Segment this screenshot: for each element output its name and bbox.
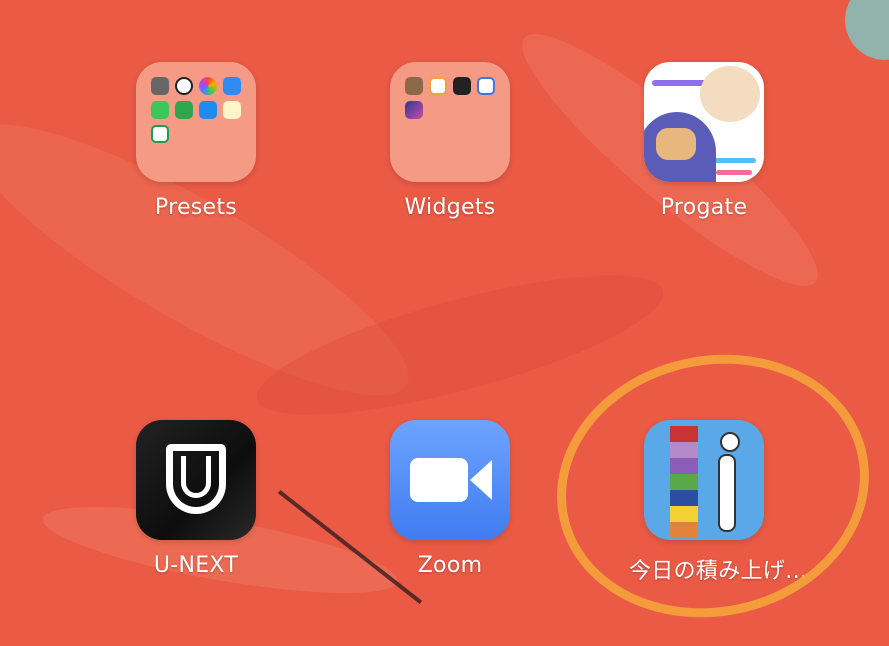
camera-icon — [151, 77, 169, 95]
progate-app[interactable]: Progate — [629, 62, 779, 220]
zoom-app[interactable]: Zoom — [375, 420, 525, 578]
widgets-folder[interactable]: Widgets — [375, 62, 525, 220]
calendar-icon — [477, 77, 495, 95]
messages-icon — [151, 101, 169, 119]
unext-label: U-NEXT — [153, 553, 239, 578]
progate-label: Progate — [660, 195, 748, 220]
calculator-icon — [453, 77, 471, 95]
unext-app[interactable]: U-NEXT — [121, 420, 271, 578]
safari-icon — [223, 77, 241, 95]
find-my-icon — [175, 101, 193, 119]
photos-icon — [199, 77, 217, 95]
widget-app-1-icon — [405, 77, 423, 95]
shortcuts-icon — [405, 101, 423, 119]
app-store-icon — [199, 101, 217, 119]
widgets-label: Widgets — [404, 195, 496, 220]
zoom-icon — [390, 420, 510, 540]
unext-icon — [136, 420, 256, 540]
zoom-label: Zoom — [417, 553, 483, 578]
presets-label: Presets — [154, 195, 238, 220]
progate-icon — [644, 62, 764, 182]
sheets-icon — [151, 125, 169, 143]
presets-folder-icon — [136, 62, 256, 182]
clock-icon — [175, 77, 193, 95]
widgets-folder-icon — [390, 62, 510, 182]
notes-icon — [223, 101, 241, 119]
widget-app-2-icon — [429, 77, 447, 95]
presets-folder[interactable]: Presets — [121, 62, 271, 220]
